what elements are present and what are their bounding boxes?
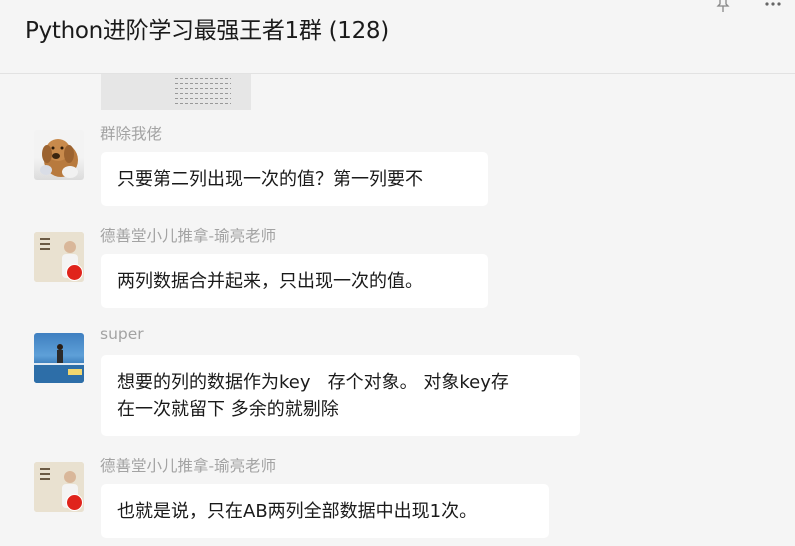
image-message-thumbnail[interactable] <box>101 74 251 110</box>
sender-name: 群除我佬 <box>100 125 163 143</box>
message-text: 两列数据合并起来，只出现一次的值。 <box>117 271 423 292</box>
message-bubble[interactable]: 两列数据合并起来，只出现一次的值。 <box>101 254 488 308</box>
more-options-icon[interactable] <box>764 0 782 8</box>
message-list[interactable]: 群除我佬 只要第二列出现一次的值？第一列要不 德善堂小儿推拿-瑜亮老师 两列数据… <box>0 74 795 546</box>
chat-title: Python进阶学习最强王者1群 (128) <box>25 18 389 44</box>
badge-icon <box>66 264 83 281</box>
badge-icon <box>66 494 83 511</box>
message-text: 也就是说，只在AB两列全部数据中出现1次。 <box>117 501 478 522</box>
sender-name: 德善堂小儿推拿-瑜亮老师 <box>100 227 277 245</box>
avatar[interactable] <box>34 462 84 512</box>
avatar[interactable] <box>34 232 84 282</box>
message-text: 只要第二列出现一次的值？第一列要不 <box>117 169 423 190</box>
message-bubble[interactable]: 也就是说，只在AB两列全部数据中出现1次。 <box>101 484 549 538</box>
sea-avatar-icon <box>34 344 84 383</box>
message-bubble[interactable]: 只要第二列出现一次的值？第一列要不 <box>101 152 488 206</box>
message-bubble[interactable]: 想要的列的数据作为key 存个对象。 对象key存 在一次就留下 多余的就剔除 <box>101 355 580 436</box>
pin-icon[interactable] <box>715 0 731 12</box>
sender-name: 德善堂小儿推拿-瑜亮老师 <box>100 457 277 475</box>
chat-header: Python进阶学习最强王者1群 (128) <box>0 0 795 74</box>
dog-avatar-icon <box>40 139 78 178</box>
avatar[interactable] <box>34 333 84 383</box>
message-text: 想要的列的数据作为key 存个对象。 对象key存 在一次就留下 多余的就剔除 <box>117 372 509 420</box>
image-content <box>175 74 231 104</box>
sender-name: super <box>100 325 144 343</box>
avatar[interactable] <box>34 130 84 180</box>
